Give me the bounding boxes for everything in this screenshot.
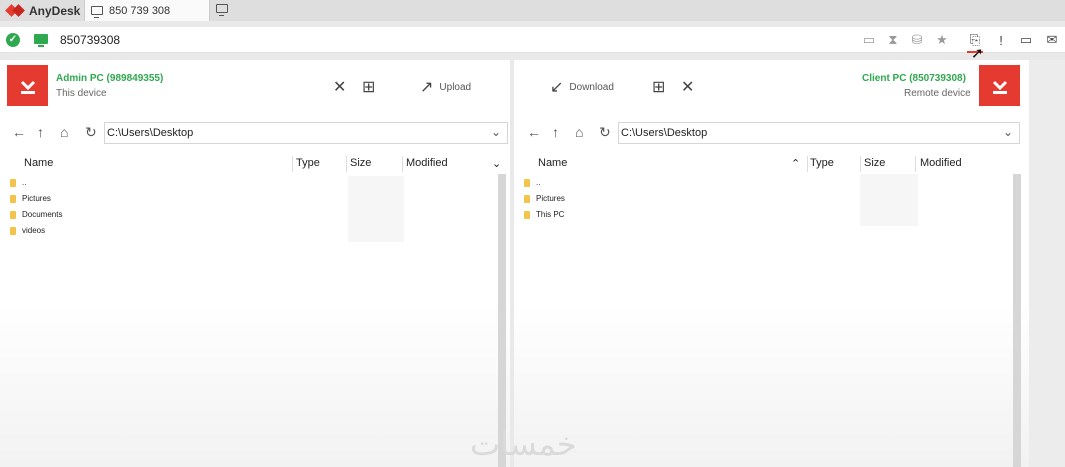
size-column-shade	[348, 176, 404, 242]
column-divider[interactable]	[860, 156, 861, 172]
upload-button[interactable]: ↗ Upload	[420, 77, 471, 97]
column-divider[interactable]	[915, 156, 916, 172]
local-nav-row: ← ↑ ⌂ ↻ C:\Users\Desktop ⌄	[0, 122, 510, 144]
anydesk-badge-icon	[979, 65, 1020, 106]
folder-icon	[10, 178, 16, 187]
vertical-scrollbar[interactable]	[1013, 174, 1021, 467]
app-brand: AnyDesk	[6, 2, 80, 19]
remote-panel-header: ↙ Download ⊞ ✕ Client PC (850739308) Rem…	[514, 60, 1029, 116]
refresh-icon[interactable]: ↻	[599, 124, 611, 141]
column-type[interactable]: Type	[296, 157, 320, 169]
list-item[interactable]: Pictures	[10, 194, 51, 203]
column-modified[interactable]: Modified	[406, 157, 448, 169]
list-item[interactable]: Documents	[10, 210, 62, 219]
list-item[interactable]: ..	[10, 178, 26, 187]
new-file-icon[interactable]: ⊞	[652, 77, 665, 97]
download-button[interactable]: ↙ Download	[550, 77, 614, 97]
column-modified[interactable]: Modified	[920, 157, 962, 169]
list-item[interactable]: videos	[10, 226, 45, 235]
monitor-icon	[91, 6, 103, 18]
anydesk-badge-icon	[7, 65, 48, 106]
remote-path-input[interactable]: C:\Users\Desktop ⌄	[618, 122, 1020, 144]
folder-icon	[524, 210, 530, 219]
column-divider[interactable]	[402, 156, 403, 172]
back-icon[interactable]: ←	[12, 124, 26, 140]
download-label: Download	[569, 81, 614, 93]
upload-icon: ↗	[420, 79, 434, 96]
folder-icon	[10, 226, 16, 235]
folder-icon	[10, 194, 16, 203]
up-icon[interactable]: ↑	[37, 124, 44, 140]
remote-pc-name: Client PC (850739308)	[862, 73, 966, 84]
chevron-down-icon[interactable]: ⌄	[491, 125, 501, 139]
close-icon[interactable]: ✕	[333, 77, 346, 97]
close-icon[interactable]: ✕	[681, 77, 694, 97]
new-tab-icon[interactable]	[216, 4, 228, 16]
app-name: AnyDesk	[29, 3, 81, 18]
hourglass-icon[interactable]: ⧗	[885, 32, 901, 48]
tab-session[interactable]: 850 739 308	[84, 0, 210, 21]
down-arrow-icon	[992, 80, 1007, 94]
list-item[interactable]: This PC	[524, 210, 564, 219]
refresh-icon[interactable]: ↻	[85, 124, 97, 141]
folder-icon	[524, 178, 530, 187]
connected-check-icon: ✓	[6, 33, 20, 47]
monitor-action-icon[interactable]: ▭	[1018, 32, 1034, 48]
anydesk-logo-icon	[6, 3, 23, 18]
chat-icon[interactable]: ✉	[1044, 32, 1060, 48]
column-divider[interactable]	[292, 156, 293, 172]
up-icon[interactable]: ↑	[552, 124, 559, 140]
local-path-input[interactable]: C:\Users\Desktop ⌄	[104, 122, 508, 144]
local-file-panel: Admin PC (989849355) This device ✕ ⊞ ↗ U…	[0, 60, 510, 467]
column-name[interactable]: Name	[24, 157, 53, 169]
vertical-scrollbar[interactable]	[498, 174, 506, 467]
list-item[interactable]: Pictures	[524, 194, 565, 203]
local-pc-sub: This device	[56, 88, 107, 99]
remote-screen-icon[interactable]	[34, 34, 48, 47]
column-size[interactable]: Size	[864, 157, 885, 169]
column-divider[interactable]	[346, 156, 347, 172]
database-icon[interactable]: ⛁	[909, 32, 925, 48]
remote-nav-row: ← ↑ ⌂ ↻ C:\Users\Desktop ⌄	[514, 122, 1029, 144]
size-column-shade	[860, 174, 918, 226]
star-icon[interactable]: ★	[934, 32, 950, 48]
download-icon: ↙	[550, 79, 564, 96]
remote-file-panel: ↙ Download ⊞ ✕ Client PC (850739308) Rem…	[514, 60, 1029, 467]
remote-pc-sub: Remote device	[904, 88, 971, 99]
home-icon[interactable]: ⌂	[575, 124, 583, 140]
address-text: 850739308	[60, 33, 121, 47]
local-path-text: C:\Users\Desktop	[107, 127, 194, 139]
down-arrow-icon	[20, 80, 35, 94]
list-item[interactable]: ..	[524, 178, 540, 187]
new-file-icon[interactable]: ⊞	[362, 77, 375, 97]
column-divider[interactable]	[807, 156, 808, 172]
address-bar: ✓ 850739308 ▭ ⧗ ⛁ ★ ⎘ ! ▭ ✉	[0, 27, 1065, 53]
local-panel-header: Admin PC (989849355) This device ✕ ⊞ ↗ U…	[0, 60, 510, 116]
folder-icon	[10, 210, 16, 219]
home-icon[interactable]: ⌂	[60, 124, 68, 140]
back-icon[interactable]: ←	[527, 124, 541, 140]
upload-label: Upload	[439, 81, 472, 93]
column-name[interactable]: Name	[538, 157, 567, 169]
chevron-down-icon[interactable]: ⌄	[1003, 125, 1013, 139]
window-edge	[1029, 60, 1065, 467]
title-bar: AnyDesk 850 739 308	[0, 0, 1065, 21]
alert-icon[interactable]: !	[993, 32, 1009, 48]
watermark: خمسات	[470, 425, 577, 463]
sort-ascending-icon[interactable]: ⌃	[791, 157, 800, 170]
tab-address: 850 739 308	[109, 4, 171, 17]
chevron-down-icon[interactable]: ⌄	[492, 157, 501, 170]
column-size[interactable]: Size	[350, 157, 371, 169]
folder-icon	[524, 194, 530, 203]
column-type[interactable]: Type	[810, 157, 834, 169]
remote-path-text: C:\Users\Desktop	[621, 127, 708, 139]
local-pc-name: Admin PC (989849355)	[56, 73, 164, 84]
display-icon[interactable]: ▭	[861, 32, 877, 48]
